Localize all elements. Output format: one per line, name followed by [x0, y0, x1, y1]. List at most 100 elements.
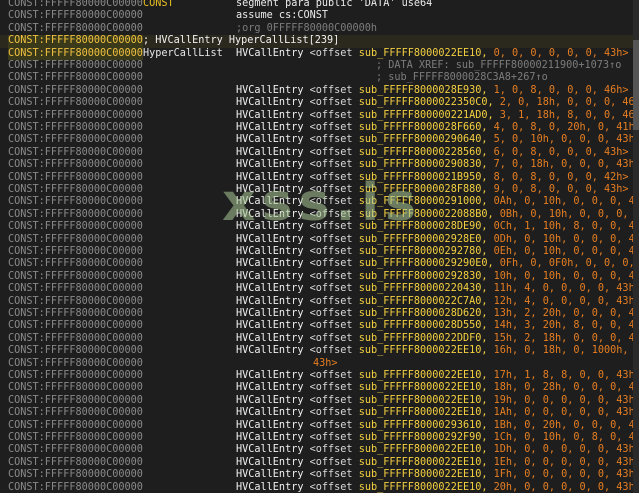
subroutine-ref[interactable]: sub_FFFFF80000220430,: [359, 283, 488, 294]
address[interactable]: CONST:FFFFF80000C00000: [8, 209, 143, 221]
address[interactable]: CONST:FFFFF80000C00000: [8, 444, 143, 456]
listing-line[interactable]: CONST:FFFFF80000C00000 HVCallEntry <offse…: [0, 246, 639, 258]
listing-line[interactable]: CONST:FFFFF80000C00000 HVCallEntry <offse…: [0, 97, 639, 109]
listing-line[interactable]: CONST:FFFFF80000C00000 HVCallEntry <offse…: [0, 258, 639, 270]
subroutine-ref[interactable]: sub_FFFFF8000029290E0,: [359, 258, 494, 269]
address[interactable]: CONST:FFFFF80000C00000: [8, 432, 143, 444]
xref-comment[interactable]: ; sub_FFFFF8000028C3A8+267↑o: [376, 72, 548, 84]
subroutine-ref[interactable]: sub_FFFFF8000022EE10,: [359, 395, 488, 406]
address[interactable]: CONST:FFFFF80000C00000: [8, 10, 143, 22]
symbol-name[interactable]: HyperCallList: [143, 48, 223, 60]
address[interactable]: CONST:FFFFF80000C00000: [8, 172, 143, 184]
subroutine-ref[interactable]: sub_FFFFF8000022C7A0,: [359, 296, 488, 307]
subroutine-ref[interactable]: sub_FFFFF8000022EE10,: [359, 457, 488, 468]
address[interactable]: CONST:FFFFF80000C00000: [8, 234, 143, 246]
type-keyword[interactable]: HVCallEntry: [236, 147, 303, 158]
subroutine-ref[interactable]: sub_FFFFF8000022EE10,: [359, 444, 488, 455]
type-keyword[interactable]: HVCallEntry: [236, 234, 303, 245]
type-keyword[interactable]: HVCallEntry: [236, 482, 303, 493]
subroutine-ref[interactable]: sub_FFFFF8000022EE10,: [359, 469, 488, 480]
address[interactable]: CONST:FFFFF80000C00000: [8, 482, 143, 493]
listing-line[interactable]: CONST:FFFFF80000C00000 ; sub_FFFFF8000028…: [0, 72, 639, 84]
listing-line[interactable]: CONST:FFFFF80000C00000 CONST segment para …: [0, 0, 639, 10]
type-keyword[interactable]: HVCallEntry: [236, 420, 303, 431]
type-keyword[interactable]: HVCallEntry: [236, 283, 303, 294]
type-keyword[interactable]: HVCallEntry: [236, 296, 303, 307]
subroutine-ref[interactable]: sub_FFFFF800002928E0,: [359, 234, 488, 245]
listing-line[interactable]: CONST:FFFFF80000C00000 HVCallEntry <offse…: [0, 147, 639, 159]
address[interactable]: CONST:FFFFF80000C00000: [8, 457, 143, 469]
type-keyword[interactable]: HVCallEntry: [236, 97, 303, 108]
listing-line[interactable]: CONST:FFFFF80000C00000 HVCallEntry <offse…: [0, 122, 639, 134]
subroutine-ref[interactable]: sub_FFFFF8000022EE10,: [359, 370, 488, 381]
address[interactable]: CONST:FFFFF80000C00000: [8, 47, 143, 60]
type-keyword[interactable]: HVCallEntry: [236, 246, 303, 257]
listing-line[interactable]: CONST:FFFFF80000C00000 ; DATA XREF: sub_F…: [0, 60, 639, 72]
subroutine-ref[interactable]: sub_FFFFF8000022EE10,: [359, 345, 488, 356]
listing-line[interactable]: CONST:FFFFF80000C00000 HVCallEntry <offse…: [0, 283, 639, 295]
type-keyword[interactable]: HVCallEntry: [236, 457, 303, 468]
address[interactable]: CONST:FFFFF80000C00000: [8, 333, 143, 345]
address[interactable]: CONST:FFFFF80000C00000: [8, 221, 143, 233]
segment-name[interactable]: CONST: [143, 0, 174, 10]
listing-line[interactable]: CONST:FFFFF80000C00000 HVCallEntry <offse…: [0, 85, 639, 97]
xref-comment[interactable]: ; DATA XREF: sub_FFFFF80000211900+1073↑o: [376, 60, 621, 72]
subroutine-ref[interactable]: sub_FFFFF80000228560,: [359, 147, 488, 158]
address[interactable]: CONST:FFFFF80000C00000: [8, 147, 143, 159]
address[interactable]: CONST:FFFFF80000C00000: [8, 296, 143, 308]
subroutine-ref[interactable]: sub_FFFFF80000290830,: [359, 159, 488, 170]
address[interactable]: CONST:FFFFF80000C00000: [8, 72, 143, 84]
address[interactable]: CONST:FFFFF80000C00000: [8, 370, 143, 382]
listing-line[interactable]: CONST:FFFFF80000C00000 HVCallEntry <offse…: [0, 420, 639, 432]
subroutine-ref[interactable]: sub_FFFFF800000221AD0,: [359, 110, 494, 121]
type-keyword[interactable]: HVCallEntry: [236, 110, 303, 121]
address[interactable]: CONST:FFFFF80000C00000: [8, 469, 143, 481]
listing-line[interactable]: CONST:FFFFF80000C00000 HVCallEntry <offse…: [0, 271, 639, 283]
subroutine-ref[interactable]: sub_FFFFF80000290640,: [359, 134, 488, 145]
address[interactable]: CONST:FFFFF80000C00000: [8, 122, 143, 134]
listing-line[interactable]: CONST:FFFFF80000C00000 HVCallEntry <offse…: [0, 457, 639, 469]
type-keyword[interactable]: HVCallEntry: [236, 345, 303, 356]
type-keyword[interactable]: HVCallEntry: [236, 308, 303, 319]
subroutine-ref[interactable]: sub_FFFFF8000022EE10,: [359, 48, 488, 59]
listing-line[interactable]: CONST:FFFFF80000C00000 HVCallEntry <offse…: [0, 370, 639, 382]
listing-line[interactable]: CONST:FFFFF80000C00000 HVCallEntry <offse…: [0, 320, 639, 332]
listing-line[interactable]: CONST:FFFFF80000C00000 assume cs:CONST: [0, 10, 639, 22]
type-keyword[interactable]: HVCallEntry: [236, 370, 303, 381]
listing-line[interactable]: CONST:FFFFF80000C00000 HVCallEntry <offse…: [0, 444, 639, 456]
address[interactable]: CONST:FFFFF80000C00000: [8, 246, 143, 258]
listing-line[interactable]: CONST:FFFFF80000C00000 ;org 0FFFFF80000C0…: [0, 23, 639, 35]
type-keyword[interactable]: HVCallEntry: [236, 382, 303, 393]
address[interactable]: CONST:FFFFF80000C00000: [8, 110, 143, 122]
subroutine-ref[interactable]: sub_FFFFF8000028F660,: [359, 122, 488, 133]
address[interactable]: CONST:FFFFF80000C00000: [8, 35, 143, 48]
address[interactable]: CONST:FFFFF80000C00000: [8, 358, 143, 370]
subroutine-ref[interactable]: sub_FFFFF8000022DDF0,: [359, 333, 488, 344]
type-keyword[interactable]: HVCallEntry: [236, 122, 303, 133]
address[interactable]: CONST:FFFFF80000C00000: [8, 196, 143, 208]
address[interactable]: CONST:FFFFF80000C00000: [8, 97, 143, 109]
address[interactable]: CONST:FFFFF80000C00000: [8, 320, 143, 332]
address[interactable]: CONST:FFFFF80000C00000: [8, 134, 143, 146]
address[interactable]: CONST:FFFFF80000C00000: [8, 85, 143, 97]
scrollbar-thumb[interactable]: [633, 40, 639, 130]
subroutine-ref[interactable]: sub_FFFFF8000022EE10,: [359, 407, 488, 418]
listing-line[interactable]: CONST:FFFFF80000C00000 HVCallEntry <offse…: [0, 395, 639, 407]
listing-line[interactable]: CONST:FFFFF80000C00000 HVCallEntry <offse…: [0, 469, 639, 481]
subroutine-ref[interactable]: sub_FFFFF8000028E930,: [359, 85, 488, 96]
type-keyword[interactable]: HVCallEntry: [236, 432, 303, 443]
subroutine-ref[interactable]: sub_FFFFF8000022EE10,: [359, 482, 488, 493]
address[interactable]: CONST:FFFFF80000C00000: [8, 159, 143, 171]
type-keyword[interactable]: HVCallEntry: [236, 85, 303, 96]
listing-line[interactable]: CONST:FFFFF80000C00000 HVCallEntry <offse…: [0, 382, 639, 394]
address[interactable]: CONST:FFFFF80000C00000: [8, 258, 143, 270]
type-keyword[interactable]: HVCallEntry: [236, 407, 303, 418]
type-keyword[interactable]: HVCallEntry: [236, 134, 303, 145]
vertical-scrollbar[interactable]: [633, 0, 639, 493]
listing-line[interactable]: CONST:FFFFF80000C00000 HVCallEntry <offse…: [0, 296, 639, 308]
type-keyword[interactable]: HVCallEntry: [236, 48, 303, 59]
listing-line[interactable]: CONST:FFFFF80000C00000 HVCallEntry <offse…: [0, 345, 639, 357]
type-keyword[interactable]: HVCallEntry: [236, 444, 303, 455]
subroutine-ref[interactable]: sub_FFFFF8000022EE10,: [359, 382, 488, 393]
address[interactable]: CONST:FFFFF80000C00000: [8, 0, 143, 10]
